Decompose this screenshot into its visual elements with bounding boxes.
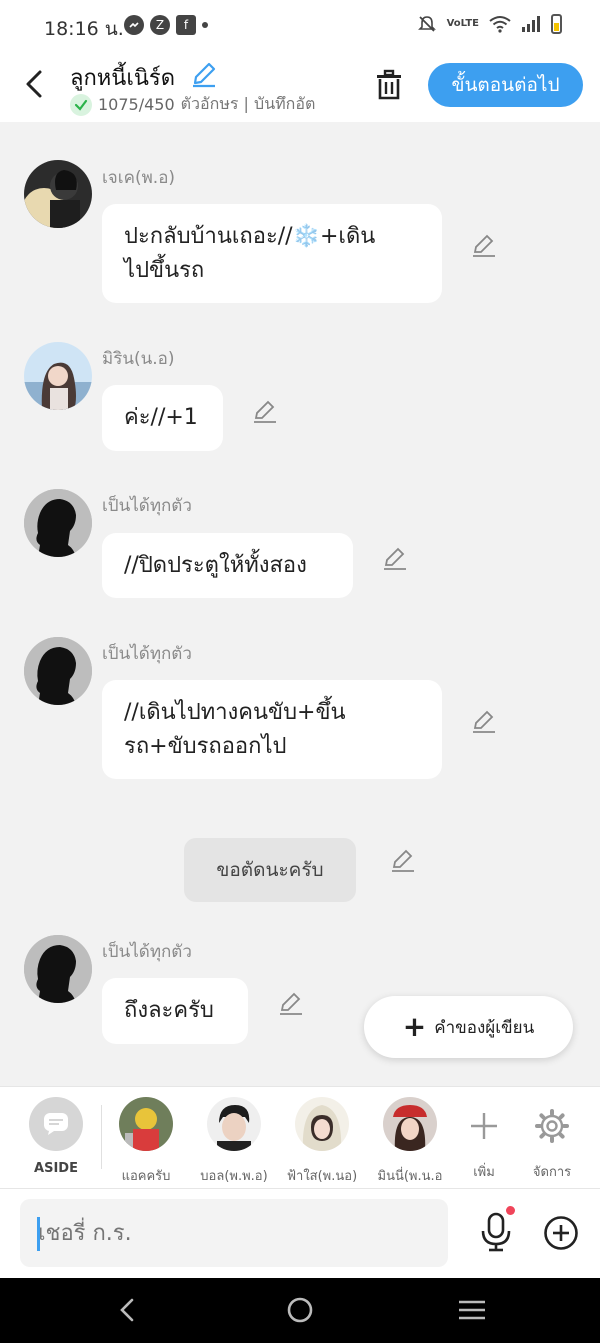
avatar[interactable] [24,342,92,410]
nav-recents-icon[interactable] [456,1294,488,1326]
sender-name: มิริน(น.อ) [102,349,175,369]
character-name: ฟ้าใส(พ.นอ) [286,1169,358,1184]
edit-pencil-icon[interactable] [471,232,497,258]
message-text-line: ปะกลับบ้านเถอะ//❄️+เดิน [124,224,376,249]
nav-back-icon[interactable] [112,1294,144,1326]
avatar[interactable] [24,160,92,228]
text-cursor [37,1217,40,1251]
character-count: 1075/450 [98,95,175,114]
message-text-line: ถึงละครับ [124,998,214,1023]
plus-icon [471,1113,497,1139]
avatar[interactable] [24,637,92,705]
character-name: มินนี่(พ.น.อ [377,1169,443,1184]
back-arrow-icon[interactable] [20,68,48,100]
signal-icon [522,16,540,32]
message-bubble[interactable]: ถึงละครับ [102,978,248,1044]
autosave-status: ตัวอักษร | บันทึกอัต [180,94,316,113]
avatar [119,1097,173,1151]
character-bar: ASIDE แอคครับ บอล(พ.พ.อ) ฟ้าใส(พ.นอ) มิน… [0,1086,600,1188]
edit-pencil-icon[interactable] [471,708,497,734]
message-bubble[interactable]: //ปิดประตูให้ทั้งสอง [102,533,353,598]
next-step-button[interactable]: ขั้นตอนต่อไป [428,63,583,107]
sender-name: เป็นได้ทุกตัว [102,942,192,962]
character-counter: 1075/450 ตัวอักษร | บันทึกอัต [70,92,350,117]
divider [101,1105,102,1169]
z-icon: Z [150,15,170,35]
messenger-icon [124,15,144,35]
aside-label: ASIDE [34,1161,78,1176]
check-icon [70,93,92,116]
aside-message-bubble[interactable]: ขอตัดนะครับ [184,838,356,902]
character-chip[interactable]: แอคครับ [106,1097,186,1186]
manage-characters-button[interactable]: จัดการ [512,1097,592,1182]
edit-pencil-icon[interactable] [382,545,408,571]
sender-name: เป็นได้ทุกตัว [102,644,192,664]
composer-bar [0,1188,600,1278]
message-text-line: ไปขึ้นรถ [124,258,205,283]
mute-icon [417,16,436,32]
status-bar: 18:16 น. Z f VoLTE [0,0,600,50]
microphone-icon[interactable] [478,1211,514,1253]
sender-name: เจเค(พ.อ) [102,168,176,188]
avatar [383,1097,437,1151]
sender-name: เป็นได้ทุกตัว [102,496,192,516]
gear-icon [535,1109,569,1143]
volte-icon: VoLTE [446,18,479,29]
message-text-line: รถ+ขับรถออกไป [124,734,287,759]
chat-bubble-icon [29,1097,83,1151]
facebook-icon: f [176,15,196,35]
battery-icon [551,14,562,34]
message-bubble[interactable]: ค่ะ//+1 [102,385,223,451]
message-text-line: //ปิดประตูให้ทั้งสอง [124,553,307,578]
header: ลูกหนี้เนิร์ด 1075/450 ตัวอักษร | บันทึก… [0,50,600,122]
notification-dot-icon [202,22,208,28]
status-time: 18:16 น. [44,18,124,40]
manage-label: จัดการ [532,1165,572,1180]
author-note-label: คำของผู้เขียน [434,1017,535,1038]
edit-title-pencil-icon[interactable] [190,60,218,88]
avatar [295,1097,349,1151]
avatar[interactable] [24,489,92,557]
aside-character[interactable]: ASIDE [16,1097,96,1176]
edit-pencil-icon[interactable] [278,990,304,1016]
edit-pencil-icon[interactable] [252,398,278,424]
avatar[interactable] [24,935,92,1003]
system-navigation-bar [0,1278,600,1343]
status-notification-icons: Z f [124,15,208,35]
character-chip[interactable]: มินนี่(พ.น.อ [370,1097,450,1186]
message-input[interactable] [20,1199,448,1267]
avatar [207,1097,261,1151]
message-bubble[interactable]: ปะกลับบ้านเถอะ//❄️+เดิน ไปขึ้นรถ [102,204,442,303]
status-system-icons: VoLTE [417,14,562,34]
character-chip[interactable]: บอล(พ.พ.อ) [194,1097,274,1186]
story-title: ลูกหนี้เนิร์ด [70,66,176,91]
message-text-line: //เดินไปทางคนขับ+ขึ้น [124,700,346,725]
plus-icon: + [402,1010,427,1043]
character-chip[interactable]: ฟ้าใส(พ.นอ) [282,1097,362,1186]
edit-pencil-icon[interactable] [390,847,416,873]
nav-home-icon[interactable] [284,1294,316,1326]
message-bubble[interactable]: //เดินไปทางคนขับ+ขึ้น รถ+ขับรถออกไป [102,680,442,779]
message-text-line: ค่ะ//+1 [124,405,198,430]
wifi-icon [489,16,511,33]
trash-icon[interactable] [372,68,406,102]
notification-dot-icon [506,1206,515,1215]
character-name: บอล(พ.พ.อ) [200,1169,268,1184]
add-circle-icon[interactable] [543,1215,579,1251]
character-name: แอคครับ [121,1169,171,1184]
author-note-button[interactable]: + คำของผู้เขียน [364,996,573,1058]
